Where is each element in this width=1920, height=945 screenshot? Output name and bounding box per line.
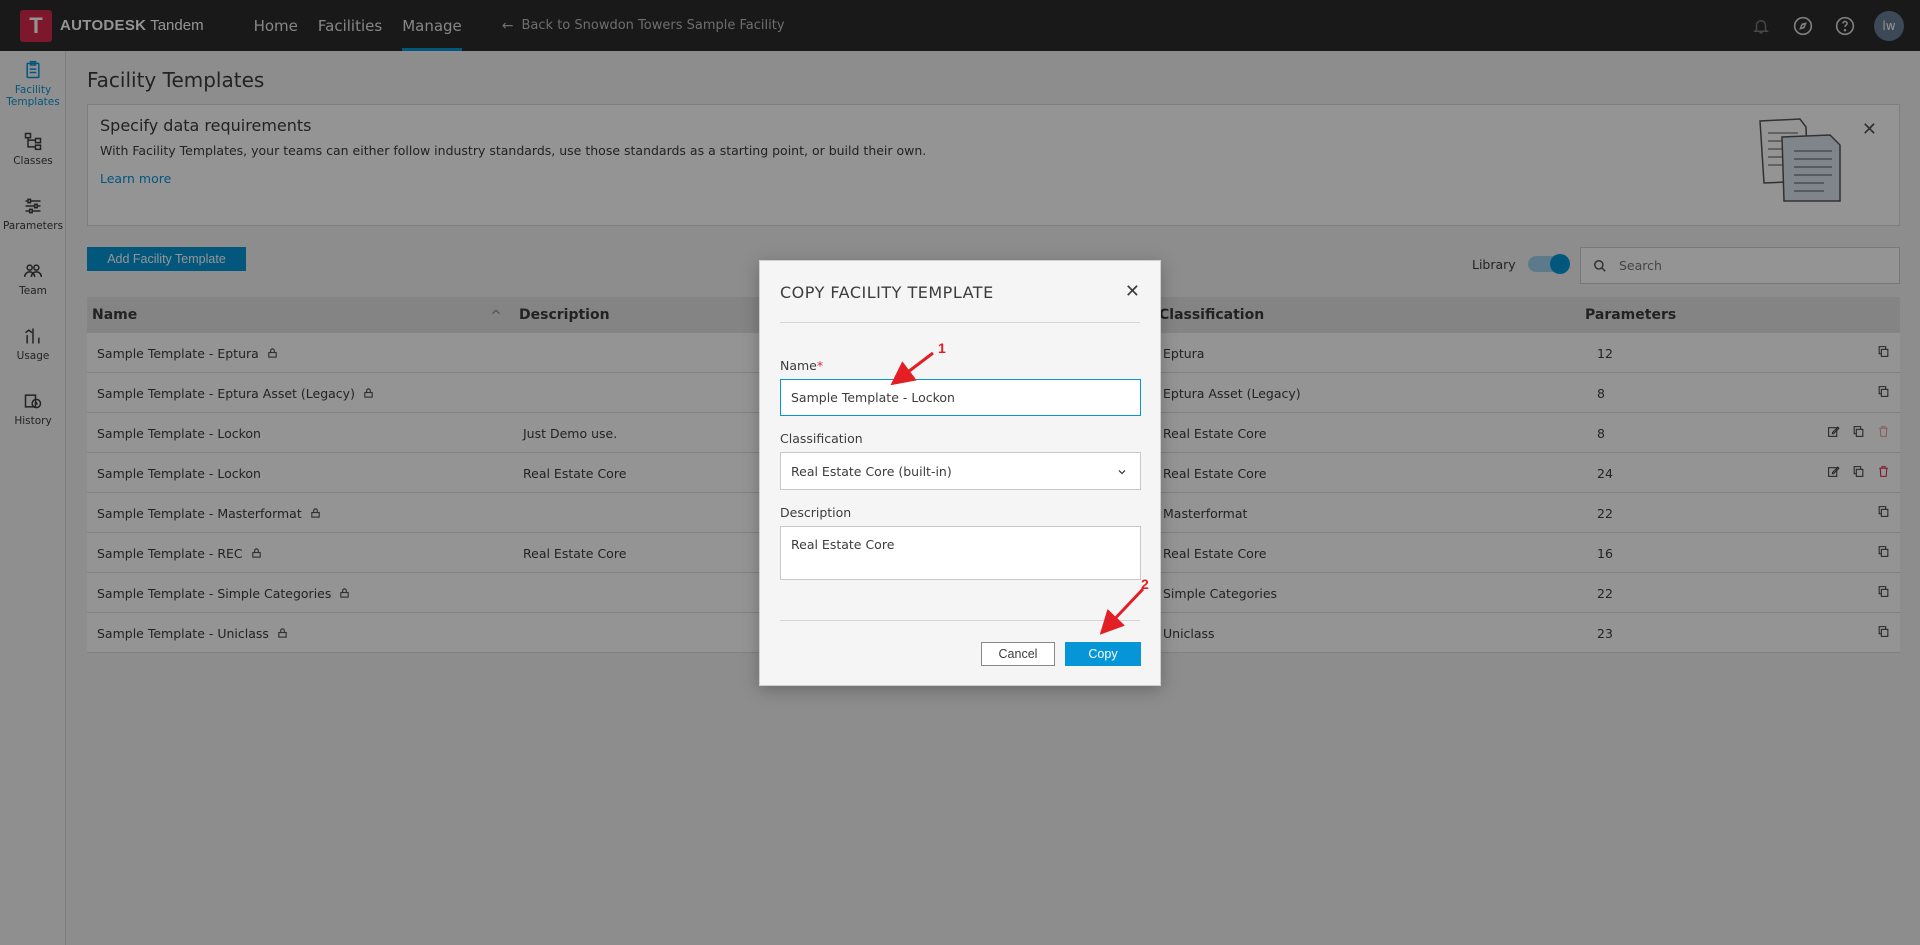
classification-select[interactable]: Real Estate Core (built-in) [780, 452, 1141, 490]
divider [780, 620, 1140, 621]
copy-button[interactable]: Copy [1065, 642, 1141, 666]
dialog-title: COPY FACILITY TEMPLATE [780, 283, 994, 302]
classification-label: Classification [780, 431, 863, 446]
annotation-step-2: 2 [1141, 576, 1149, 592]
description-label: Description [780, 505, 852, 520]
divider [780, 322, 1140, 323]
description-textarea[interactable]: Real Estate Core [780, 526, 1141, 580]
chevron-down-icon [1116, 466, 1128, 481]
required-marker: * [816, 358, 824, 373]
cancel-button[interactable]: Cancel [981, 642, 1055, 666]
classification-value: Real Estate Core (built-in) [791, 463, 952, 479]
close-icon[interactable]: ✕ [1125, 281, 1140, 302]
name-field[interactable]: Sample Template - Lockon [780, 379, 1141, 416]
copy-template-dialog: COPY FACILITY TEMPLATE ✕ Name* Sample Te… [759, 260, 1161, 686]
name-label: Name [780, 358, 817, 373]
annotation-step-1: 1 [938, 340, 946, 356]
